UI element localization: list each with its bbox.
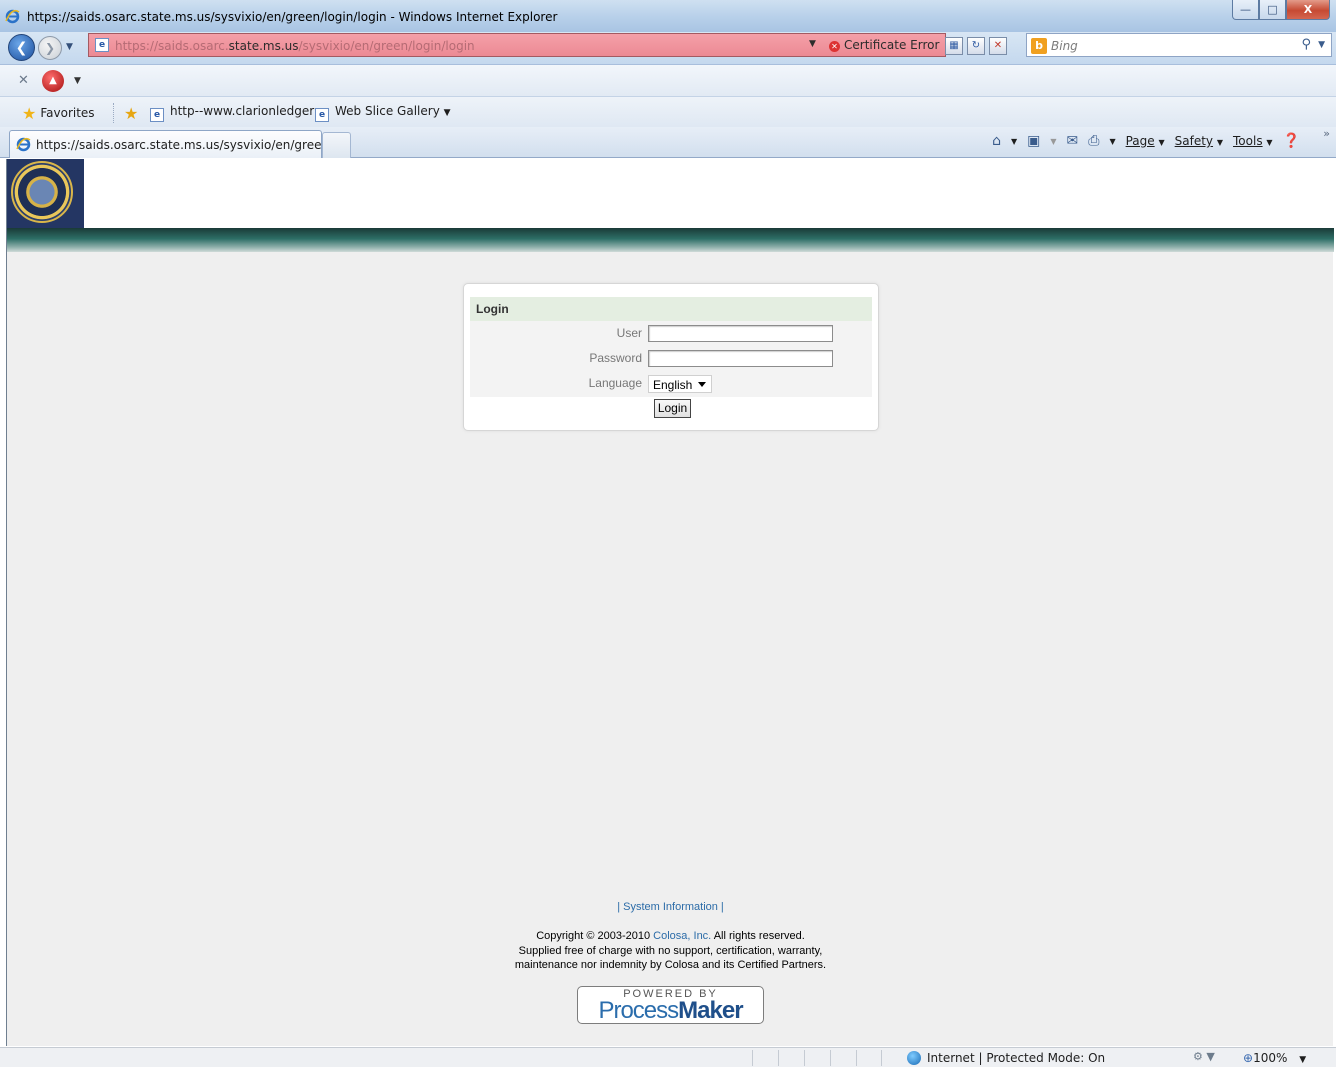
more-commands-icon[interactable]: » — [1323, 127, 1330, 140]
favorites-button[interactable]: ★ Favorites — [22, 104, 95, 123]
divider — [113, 103, 114, 123]
password-label: Password — [589, 351, 642, 365]
chevron-down-icon: ▼ — [1299, 1055, 1307, 1065]
certificate-error-button[interactable]: ✕ Certificate Error — [829, 38, 939, 52]
tools-menu[interactable]: Tools ▼ — [1233, 134, 1273, 148]
ie-page-icon: e — [315, 108, 329, 122]
minimize-button[interactable]: — — [1232, 0, 1259, 20]
status-pane — [778, 1050, 779, 1066]
user-label: User — [616, 326, 642, 340]
login-panel: Login User Password Language English Log… — [463, 283, 879, 431]
maximize-icon: □ — [1267, 3, 1278, 16]
pdf-dropdown-icon[interactable]: ▼ — [74, 76, 81, 86]
home-dropdown-icon[interactable]: ▼ — [1011, 137, 1017, 146]
window-title: https://saids.osarc.state.ms.us/sysvixio… — [27, 10, 558, 24]
chevron-down-icon: ▼ — [443, 108, 451, 118]
site-logo — [7, 159, 84, 228]
status-pane — [804, 1050, 805, 1066]
tab-label: https://saids.osarc.state.ms.us/sysvixio… — [36, 138, 341, 152]
language-value: English — [653, 378, 693, 392]
star-icon: ★ — [22, 104, 37, 123]
window-title-bar: https://saids.osarc.state.ms.us/sysvixio… — [0, 0, 1336, 32]
page-menu[interactable]: Page ▼ — [1126, 134, 1165, 148]
feeds-icon[interactable]: ▣ — [1027, 133, 1040, 149]
protected-mode-icon[interactable]: ⚙ ▼ — [1193, 1050, 1215, 1063]
back-arrow-icon: ❮ — [15, 39, 28, 56]
favorites-bar: ★ Favorites ★ e http--www.clarionledger eW… — [0, 96, 1336, 127]
maximize-button[interactable]: □ — [1259, 0, 1286, 20]
address-bar[interactable]: e https://saids.osarc.state.ms.us/sysvix… — [88, 33, 1007, 57]
address-url[interactable]: https://saids.osarc.state.ms.us/sysvixio… — [115, 39, 475, 53]
page-viewport: Login User Password Language English Log… — [6, 159, 1334, 1046]
colosa-link[interactable]: Colosa, Inc. — [653, 930, 711, 942]
security-zone[interactable]: Internet | Protected Mode: On — [907, 1051, 1105, 1065]
login-button[interactable]: Login — [654, 399, 691, 418]
certificate-error-icon: ✕ — [829, 41, 840, 52]
status-bar: Internet | Protected Mode: On ⚙ ▼ ⊕100% … — [0, 1047, 1336, 1067]
bing-icon: b — [1031, 38, 1047, 54]
new-tab-button[interactable] — [322, 132, 351, 158]
print-dropdown-icon[interactable]: ▼ — [1109, 137, 1115, 146]
status-pane — [881, 1050, 882, 1066]
search-placeholder[interactable]: Bing — [1051, 39, 1078, 53]
password-input[interactable] — [648, 350, 833, 367]
minimize-icon: — — [1240, 3, 1251, 16]
tab-current[interactable]: https://saids.osarc.state.ms.us/sysvixio… — [9, 130, 341, 158]
globe-icon — [907, 1051, 921, 1065]
status-pane — [856, 1050, 857, 1066]
back-button[interactable]: ❮ — [8, 34, 35, 61]
processmaker-logo[interactable]: POWERED BY ProcessMaker — [577, 986, 764, 1024]
login-form: User Password Language English — [470, 321, 872, 397]
search-box[interactable]: b Bing ⚲ ▼ — [1026, 33, 1332, 57]
copyright-line: Copyright © 2003-2010 Colosa, Inc. All r… — [536, 930, 805, 942]
close-button[interactable]: X — [1286, 0, 1330, 20]
language-select[interactable]: English — [648, 375, 712, 393]
user-input[interactable] — [648, 325, 833, 342]
mail-icon[interactable]: ✉ — [1067, 133, 1079, 149]
status-pane — [830, 1050, 831, 1066]
disclaimer-line-1: Supplied free of charge with no support,… — [518, 945, 823, 957]
pdf-tool-icon[interactable]: ▲ — [42, 70, 64, 92]
forward-button[interactable]: ❯ — [38, 36, 62, 60]
internet-explorer-icon — [5, 9, 20, 24]
status-pane — [752, 1050, 753, 1066]
site-header — [7, 159, 1334, 228]
compatibility-view-icon[interactable]: ▦ — [945, 37, 963, 55]
address-dropdown-icon[interactable]: ▼ — [809, 39, 816, 49]
search-icon[interactable]: ⚲ — [1301, 37, 1311, 52]
toolbar-close-icon[interactable]: ✕ — [18, 73, 29, 88]
forward-arrow-icon: ❯ — [44, 41, 56, 55]
page-icon: e — [95, 38, 109, 52]
header-bar — [7, 228, 1334, 252]
close-icon: X — [1303, 3, 1313, 16]
language-label: Language — [588, 376, 642, 390]
print-icon[interactable]: ⎙ — [1088, 133, 1099, 149]
tab-bar: https://saids.osarc.state.ms.us/sysvixio… — [0, 127, 1336, 158]
safety-menu[interactable]: Safety ▼ — [1175, 134, 1223, 148]
zoom-icon: ⊕ — [1243, 1051, 1254, 1065]
favorite-web-slice-gallery[interactable]: e Web Slice Gallery ▼ — [315, 104, 451, 122]
department-seal-logo — [11, 161, 73, 223]
stop-icon[interactable]: ✕ — [989, 37, 1007, 55]
search-options-dropdown-icon[interactable]: ▼ — [1318, 40, 1325, 50]
home-icon[interactable]: ⌂ — [992, 133, 1001, 149]
chevron-down-icon — [698, 382, 706, 387]
feeds-dropdown-icon[interactable]: ▼ — [1050, 137, 1056, 146]
recent-pages-dropdown-icon[interactable]: ▼ — [66, 42, 73, 52]
system-information-link[interactable]: | System Information | — [7, 901, 1334, 913]
processmaker-wordmark: ProcessMaker — [598, 997, 743, 1024]
help-icon[interactable]: ❓ — [1283, 133, 1300, 149]
ie-page-icon: e — [150, 108, 164, 122]
internet-explorer-icon — [16, 137, 31, 152]
zoom-level[interactable]: ⊕100% ▼ — [1243, 1051, 1306, 1065]
addon-toolbar: ✕ ▲ ▼ — [0, 64, 1336, 96]
login-title: Login — [470, 297, 872, 321]
favorite-link-clarionledger[interactable]: e http--www.clarionledger — [150, 104, 314, 122]
disclaimer-line-2: maintenance nor indemnity by Colosa and … — [514, 959, 827, 971]
refresh-icon[interactable]: ↻ — [967, 37, 985, 55]
add-to-favorites-bar-icon[interactable]: ★ — [124, 104, 142, 123]
